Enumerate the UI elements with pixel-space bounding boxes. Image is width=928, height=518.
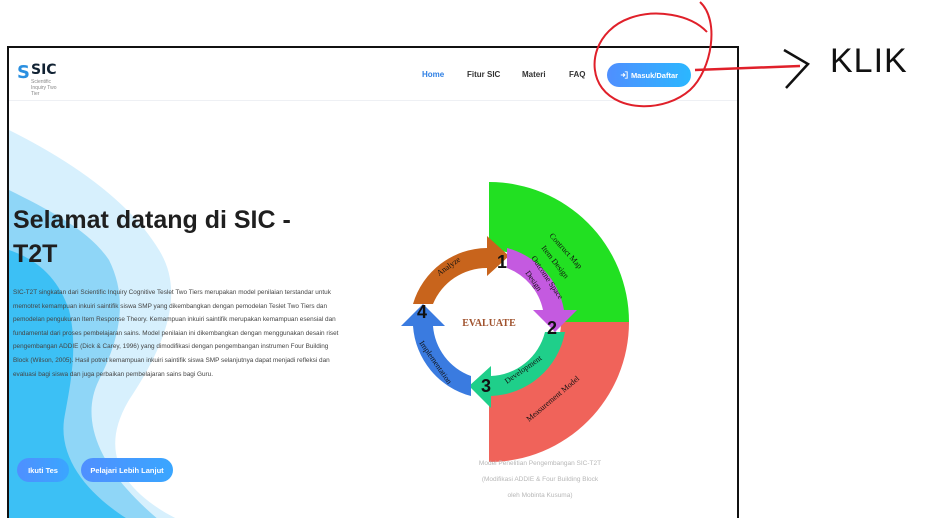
annotation-klik-label: KLIK <box>830 42 908 80</box>
nav-item-materi[interactable]: Materi <box>522 70 546 79</box>
annotation-arrowhead <box>783 48 810 89</box>
stage-number-3: 3 <box>481 376 491 396</box>
diagram-center-label: EVALUATE <box>462 318 516 329</box>
hero-title: Selamat datang di SIC - T2T <box>13 206 291 268</box>
login-icon <box>620 71 628 79</box>
browser-screen: S SIC Scientific Inquiry Two Tier Home F… <box>7 46 739 518</box>
nav-item-faq[interactable]: FAQ <box>569 70 585 79</box>
logo-s-icon: S <box>17 62 30 83</box>
hero-paragraph: SIC-T2T singkatan dari Scientific Inquir… <box>13 289 339 378</box>
nav-item-home[interactable]: Home <box>422 70 444 79</box>
caption-line-1: Model Penelitian Pengembangan SIC-T2T <box>478 460 602 467</box>
masuk-daftar-label: Masuk/Daftar <box>630 70 679 80</box>
pelajari-lebih-lanjut-button[interactable]: Pelajari Lebih Lanjut <box>81 458 173 482</box>
stage-number-1: 1 <box>497 252 507 272</box>
nav-item-fitur-sic[interactable]: Fitur SIC <box>467 70 500 79</box>
top-navbar: S SIC Scientific Inquiry Two Tier Home F… <box>9 48 737 101</box>
logo-text: SIC <box>31 62 57 78</box>
diagram-caption: Model Penelitian Pengembangan SIC-T2T (M… <box>445 456 635 504</box>
site-logo[interactable]: S SIC Scientific Inquiry Two Tier <box>17 60 65 97</box>
caption-line-2: (Modifikasi ADDIE & Four Building Block <box>481 476 599 483</box>
stage-number-4: 4 <box>417 302 427 322</box>
masuk-daftar-button[interactable]: Masuk/Daftar <box>607 63 691 87</box>
logo-tagline: Scientific Inquiry Two Tier <box>31 79 57 97</box>
addie-diagram: EVALUATE 1 2 3 4 Analyze Design Developm… <box>401 182 629 462</box>
stage-number-2: 2 <box>547 318 557 338</box>
caption-line-3: oleh Mobinta Kusuma) <box>507 492 573 499</box>
ikuti-tes-button[interactable]: Ikuti Tes <box>17 458 69 482</box>
